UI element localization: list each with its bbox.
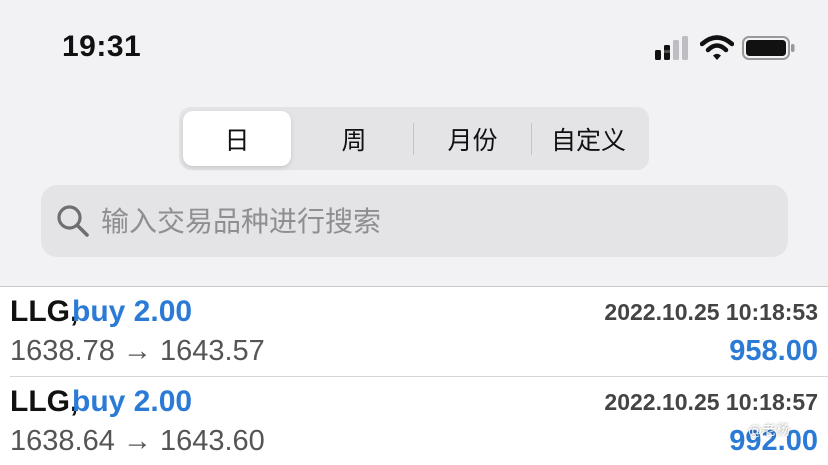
watermark: @老杨 — [748, 423, 790, 439]
trade-row[interactable]: LLG, buy 2.00 2022.10.25 10:18:53 1638.7… — [0, 287, 828, 377]
tab-month[interactable]: 月份 — [414, 111, 531, 166]
tab-custom-label: 自定义 — [550, 125, 626, 155]
wifi-icon — [700, 35, 734, 60]
trade-profit: 958.00 — [729, 335, 818, 367]
search-icon — [57, 205, 89, 237]
trade-prices: 1638.78 → 1643.57 — [10, 335, 265, 367]
period-segmented-control: 日 周 月份 自定义 — [179, 107, 649, 170]
trade-side: buy 2.00 — [72, 385, 193, 418]
trade-timestamp: 2022.10.25 10:18:57 — [604, 389, 818, 415]
trade-prices: 1638.64 → 1643.60 — [10, 425, 265, 457]
tab-day[interactable]: 日 — [183, 111, 291, 166]
trade-list: LLG, buy 2.00 2022.10.25 10:18:53 1638.7… — [0, 286, 828, 465]
status-bar: 19:31 — [0, 0, 828, 96]
tab-week-label: 周 — [341, 125, 367, 155]
trade-symbol: LLG, — [10, 295, 79, 328]
trade-timestamp: 2022.10.25 10:18:53 — [604, 299, 818, 325]
search-bar[interactable] — [41, 185, 788, 257]
trade-symbol: LLG, — [10, 385, 79, 418]
tab-custom[interactable]: 自定义 — [532, 111, 645, 166]
search-input[interactable] — [101, 197, 771, 245]
tab-month-label: 月份 — [447, 125, 498, 155]
signal-icon — [655, 36, 688, 60]
tab-week[interactable]: 周 — [295, 111, 413, 166]
trade-side: buy 2.00 — [72, 295, 193, 328]
tab-day-label: 日 — [224, 125, 250, 155]
trade-row[interactable]: LLG, buy 2.00 2022.10.25 10:18:57 1638.6… — [0, 377, 828, 465]
battery-icon — [742, 36, 795, 60]
status-time: 19:31 — [62, 30, 142, 63]
